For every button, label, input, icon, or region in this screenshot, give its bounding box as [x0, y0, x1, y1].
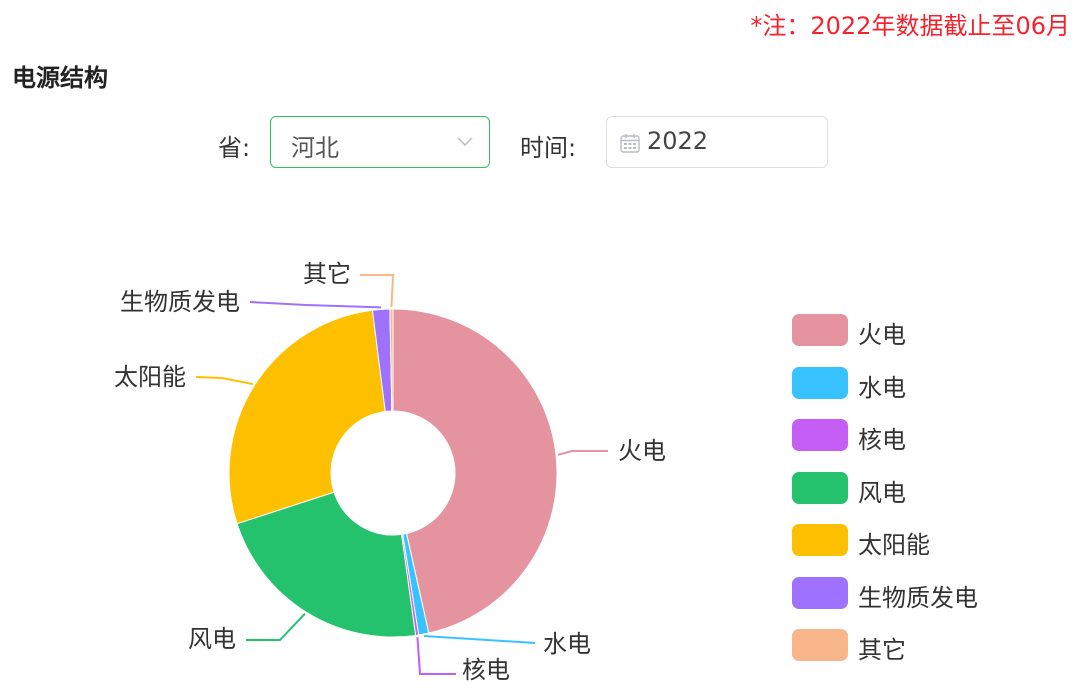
time-label: 时间: [520, 134, 577, 162]
label-line-4 [195, 376, 254, 386]
slice-label-5: 生物质发电 [120, 288, 240, 316]
legend-label: 太阳能 [858, 531, 930, 559]
legend-swatch [792, 314, 848, 346]
legend-swatch [792, 629, 848, 661]
legend-swatch [792, 419, 848, 451]
province-label: 省: [218, 134, 251, 162]
province-select[interactable]: 河北 [270, 116, 490, 168]
slice-label-0: 火电 [618, 437, 666, 465]
legend-swatch [792, 576, 848, 609]
legend-label: 生物质发电 [858, 583, 978, 612]
label-line-3 [246, 613, 306, 641]
label-line-6 [360, 274, 395, 308]
filter-bar: 省: 河北 时间: 2022 [0, 116, 1080, 172]
calendar-icon [620, 134, 640, 153]
slice-label-2: 核电 [462, 656, 510, 684]
legend-swatch [792, 471, 848, 504]
label-line-0 [557, 450, 608, 456]
year-picker[interactable]: 2022 [606, 116, 828, 168]
province-value: 河北 [291, 134, 339, 162]
label-line-2 [416, 637, 456, 675]
label-line-1 [424, 635, 536, 644]
legend-swatch [792, 366, 848, 399]
slice-label-1: 水电 [543, 630, 591, 658]
label-line-5 [249, 301, 382, 309]
year-value: 2022 [647, 127, 709, 155]
legend-label: 水电 [858, 373, 906, 402]
legend-swatch [792, 524, 848, 556]
legend-label: 风电 [858, 478, 906, 507]
legend-label: 核电 [858, 426, 906, 454]
section-title: 电源结构 [12, 64, 108, 92]
data-cutoff-note: *注：2022年数据截止至06月 [750, 12, 1070, 40]
slice-label-4: 太阳能 [114, 363, 186, 391]
legend-label: 其它 [858, 636, 906, 664]
legend-label: 火电 [858, 321, 906, 349]
slice-label-3: 风电 [188, 625, 236, 653]
power-structure-donut-chart: 火电水电核电 风电 太阳能 生物质发电 其它 [114, 260, 666, 684]
slice-4[interactable] [228, 309, 386, 525]
chevron-down-icon [457, 137, 473, 147]
slice-label-6: 其它 [303, 260, 351, 288]
